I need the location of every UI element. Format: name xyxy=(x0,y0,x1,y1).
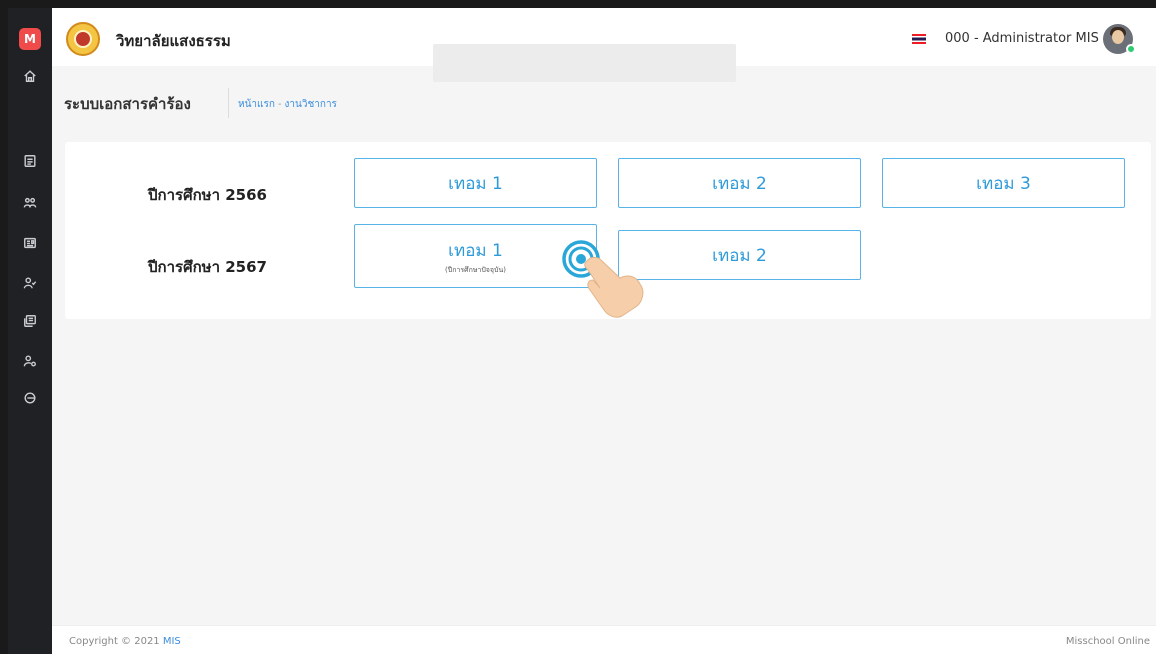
home-icon[interactable] xyxy=(20,66,40,86)
title-divider xyxy=(228,88,229,118)
copyright: Copyright © 2021 MIS xyxy=(69,636,181,647)
term-button-label: เทอม 2 xyxy=(712,245,767,266)
current-year-note: (ปีการศึกษาปัจจุบัน) xyxy=(445,265,506,274)
term-selection-card: ปีการศึกษา 2566 เทอม 1 เทอม 2 เทอม 3 ปีก… xyxy=(65,142,1151,319)
term-button-2566-2[interactable]: เทอม 2 xyxy=(618,158,861,208)
term-button-label: เทอม 1 xyxy=(448,240,503,261)
app-logo-letter: M xyxy=(24,32,36,46)
school-logo[interactable] xyxy=(66,22,100,56)
footer-brand: Misschool Online xyxy=(1065,636,1150,647)
sidebar: M xyxy=(8,8,52,654)
users-icon[interactable] xyxy=(20,193,40,213)
term-button-2567-2[interactable]: เทอม 2 xyxy=(618,230,861,280)
term-button-label: เทอม 2 xyxy=(712,173,767,194)
term-button-2566-1[interactable]: เทอม 1 xyxy=(354,158,597,208)
id-card-icon[interactable] xyxy=(20,233,40,253)
term-button-2567-1[interactable]: เทอม 1 (ปีการศึกษาปัจจุบัน) xyxy=(354,224,597,288)
page-title: ระบบเอกสารคำร้อง xyxy=(64,95,191,113)
term-button-2566-3[interactable]: เทอม 3 xyxy=(882,158,1125,208)
online-status-icon xyxy=(1126,44,1136,54)
stack-icon[interactable] xyxy=(20,311,40,331)
thai-flag-icon[interactable] xyxy=(912,34,926,44)
copyright-prefix: Copyright © 2021 xyxy=(69,636,160,647)
term-button-label: เทอม 1 xyxy=(448,173,503,194)
footer: Copyright © 2021 MIS Misschool Online xyxy=(52,625,1156,654)
user-name[interactable]: 000 - Administrator MIS xyxy=(945,31,1099,46)
window-frame-top xyxy=(0,0,1156,8)
breadcrumb-separator: - xyxy=(277,99,282,110)
document-icon[interactable] xyxy=(20,151,40,171)
year-label-2566: ปีการศึกษา 2566 xyxy=(148,186,267,204)
main-content: วิทยาลัยแสงธรรม 000 - Administrator MIS … xyxy=(52,8,1156,654)
copyright-brand-link[interactable]: MIS xyxy=(163,636,181,647)
window-frame-left xyxy=(0,0,8,654)
school-name: วิทยาลัยแสงธรรม xyxy=(116,32,231,50)
app-logo[interactable]: M xyxy=(19,28,41,50)
breadcrumb: หน้าแรก - งานวิชาการ xyxy=(238,97,337,112)
user-check-icon[interactable] xyxy=(20,273,40,293)
logout-icon[interactable] xyxy=(20,388,40,408)
notification-toast xyxy=(433,44,736,82)
breadcrumb-home[interactable]: หน้าแรก xyxy=(238,99,275,110)
year-label-2567: ปีการศึกษา 2567 xyxy=(148,258,267,276)
term-button-label: เทอม 3 xyxy=(976,173,1031,194)
breadcrumb-academic[interactable]: งานวิชาการ xyxy=(285,99,337,110)
user-settings-icon[interactable] xyxy=(20,351,40,371)
